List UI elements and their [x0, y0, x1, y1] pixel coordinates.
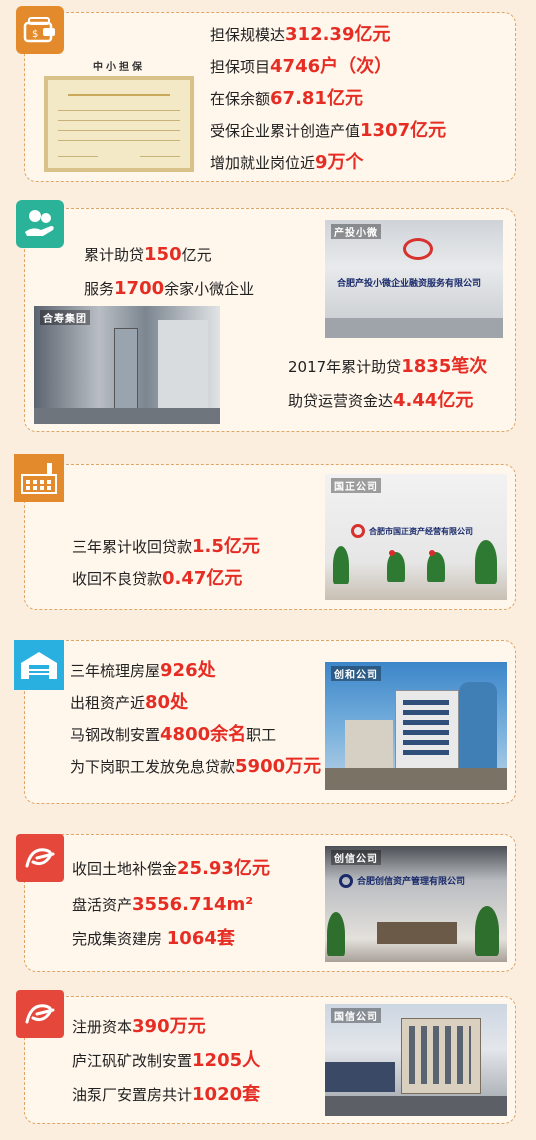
stat-value: 4.44亿元: [393, 390, 474, 411]
stat-label: 在保余额: [210, 90, 271, 108]
stat-line: 服务1700余家小微企业: [84, 278, 254, 300]
factory-icon: [14, 454, 64, 502]
stat-line: 为下岗职工发放免息贷款5900万元: [70, 756, 321, 778]
stat-value: 926处: [160, 660, 216, 681]
money-hand-icon: [16, 200, 64, 248]
stat-value: 9万个: [315, 152, 364, 173]
photo-tag: 合寿集团: [40, 310, 90, 325]
photo-guozheng: 国正公司 合肥市国正资产经营有限公司: [325, 474, 507, 600]
stat-label: 余家小微企业: [164, 280, 255, 298]
photo-chuanghe: 创和公司: [325, 662, 507, 790]
stat-value: 25.93亿元: [177, 858, 270, 879]
stat-line: 庐江矾矿改制安置1205人: [72, 1050, 260, 1072]
stat-label: 马钢改制安置: [70, 726, 161, 744]
stat-line: 完成集资建房 1064套: [72, 928, 235, 950]
stat-value: 67.81亿元: [270, 88, 363, 109]
svg-text:$: $: [32, 29, 38, 40]
stat-value: 4800余名: [160, 724, 247, 745]
stat-label: 职工: [246, 726, 277, 744]
stat-value: 150: [144, 244, 182, 265]
stat-line: 在保余额67.81亿元: [210, 88, 363, 110]
company-sign: 合肥产投小微企业融资服务有限公司: [337, 279, 482, 289]
stat-label: 为下岗职工发放免息贷款: [70, 758, 236, 776]
stat-line: 油泵厂安置房共计1020套: [72, 1084, 260, 1106]
company-logo: [403, 238, 433, 260]
stat-line: 2017年累计助贷1835笔次: [288, 356, 487, 378]
stat-label: 注册资本: [72, 1018, 133, 1036]
photo-tag: 产投小微: [331, 224, 381, 239]
stat-line: 助贷运营资金达4.44亿元: [288, 390, 473, 412]
stat-label: 2017年累计助贷: [288, 358, 402, 376]
stat-line: 收回土地补偿金25.93亿元: [72, 858, 270, 880]
stat-line: 担保项目4746户（次）: [210, 56, 392, 78]
stat-value: 3556.714m²: [132, 894, 254, 915]
stat-value: 1835笔次: [401, 356, 488, 377]
stat-value: 1.5亿元: [192, 536, 260, 557]
company-logo: [339, 874, 353, 888]
company-logo: [351, 524, 365, 538]
wallet-icon: $: [16, 6, 64, 54]
stat-label: 三年梳理房屋: [70, 662, 161, 680]
certificate-image: 中小担保: [44, 62, 194, 172]
stat-value: 1020套: [192, 1084, 261, 1105]
stat-line: 出租资产近80处: [70, 692, 188, 714]
stat-line: 累计助贷150亿元: [84, 244, 212, 266]
stat-label: 助贷运营资金达: [288, 392, 394, 410]
stat-label: 庐江矾矿改制安置: [72, 1052, 193, 1070]
stat-value: 5900万元: [235, 756, 322, 777]
stat-value: 80处: [145, 692, 189, 713]
stat-label: 增加就业岗位近: [210, 154, 316, 172]
stat-label: 出租资产近: [70, 694, 146, 712]
swirl-icon: [16, 990, 64, 1038]
stat-label: 收回土地补偿金: [72, 860, 178, 878]
stat-label: 担保规模达: [210, 26, 286, 44]
photo-hehuo-group: 合寿集团: [34, 306, 220, 424]
stat-value: 4746户（次）: [270, 56, 393, 77]
stat-value: 1205人: [192, 1050, 261, 1071]
stat-value: 1700: [114, 278, 165, 299]
stat-label: 盘活资产: [72, 896, 133, 914]
company-sign: 合肥创信资产管理有限公司: [357, 877, 466, 887]
stat-line: 三年梳理房屋926处: [70, 660, 216, 682]
stat-label: 亿元: [181, 246, 212, 264]
company-sign: 合肥市国正资产经营有限公司: [369, 527, 473, 536]
stat-value: 390万元: [132, 1016, 206, 1037]
stat-label: 担保项目: [210, 58, 271, 76]
stat-line: 受保企业累计创造产值1307亿元: [210, 120, 446, 142]
stat-label: 累计助贷: [84, 246, 145, 264]
stat-label: 油泵厂安置房共计: [72, 1086, 193, 1104]
stat-label: 三年累计收回贷款: [72, 538, 193, 556]
stat-value: 312.39亿元: [285, 24, 391, 45]
photo-tag: 创和公司: [331, 666, 381, 681]
stat-line: 收回不良贷款0.47亿元: [72, 568, 242, 590]
stat-label: 服务: [84, 280, 115, 298]
photo-chuangxin: 创信公司 合肥创信资产管理有限公司: [325, 846, 507, 962]
stat-value: 1307亿元: [360, 120, 447, 141]
photo-guoxin: 国信公司: [325, 1004, 507, 1116]
photo-chantou-microloan: 产投小微 合肥产投小微企业融资服务有限公司: [325, 220, 503, 338]
stat-line: 担保规模达312.39亿元: [210, 24, 390, 46]
stat-line: 注册资本390万元: [72, 1016, 206, 1038]
stat-value: 0.47亿元: [162, 568, 243, 589]
stat-line: 增加就业岗位近9万个: [210, 152, 364, 174]
swirl-icon: [16, 834, 64, 882]
photo-tag: 国信公司: [331, 1008, 381, 1023]
photo-tag: 创信公司: [331, 850, 381, 865]
certificate-title: 中小担保: [93, 62, 145, 73]
stat-line: 马钢改制安置4800余名职工: [70, 724, 276, 746]
stat-value: 1064套: [166, 928, 235, 949]
warehouse-icon: [14, 640, 64, 690]
photo-tag: 国正公司: [331, 478, 381, 493]
stat-label: 受保企业累计创造产值: [210, 122, 361, 140]
stat-label: 完成集资建房: [72, 930, 167, 948]
stat-line: 盘活资产3556.714m²: [72, 894, 253, 916]
stat-line: 三年累计收回贷款1.5亿元: [72, 536, 260, 558]
stat-label: 收回不良贷款: [72, 570, 163, 588]
